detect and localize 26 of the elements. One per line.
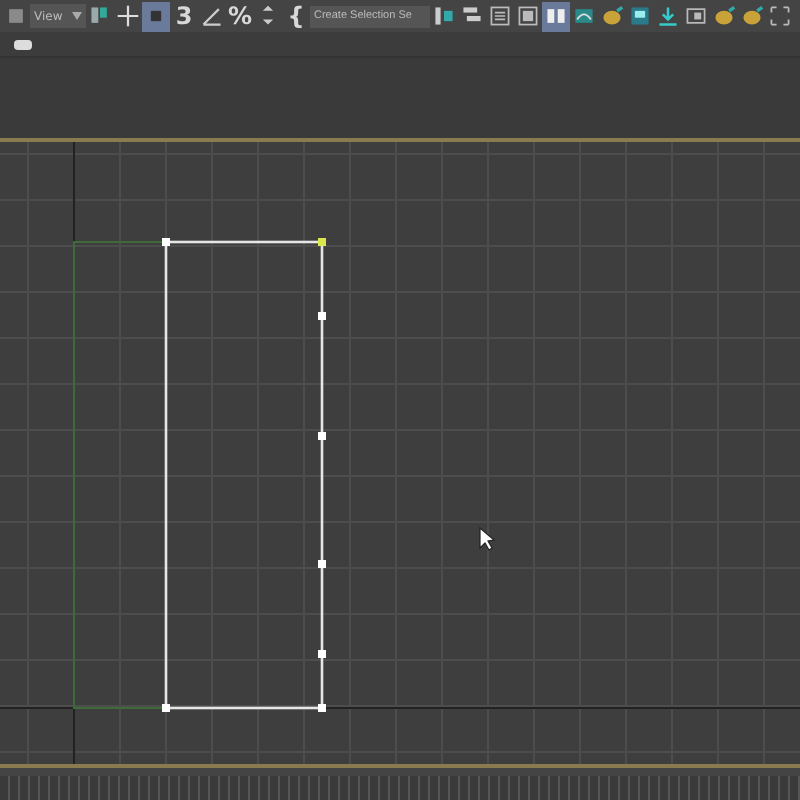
select-button[interactable] — [142, 1, 170, 31]
expand-button[interactable] — [766, 1, 794, 31]
panel-button[interactable] — [514, 1, 542, 31]
pivot-icon — [88, 4, 112, 28]
move-button[interactable] — [114, 1, 142, 31]
curve-editor-icon — [572, 4, 596, 28]
move-icon — [116, 4, 140, 28]
caret-icon — [72, 12, 82, 20]
snap-toggle-button[interactable]: % — [226, 1, 254, 31]
window-icon — [628, 4, 652, 28]
list-button[interactable] — [486, 1, 514, 31]
frame-icon — [684, 4, 708, 28]
angle-snap-icon — [200, 4, 224, 28]
window-button[interactable] — [626, 1, 654, 31]
columns-icon — [544, 4, 568, 28]
expand-icon — [768, 4, 792, 28]
mirror-button[interactable] — [430, 1, 458, 31]
rectangle-spline[interactable] — [162, 238, 326, 712]
mirror-icon — [432, 4, 456, 28]
list-icon — [488, 4, 512, 28]
timeline-track[interactable] — [0, 768, 800, 800]
panel-icon — [516, 4, 540, 28]
snap-toggle-button[interactable]: { — [282, 1, 310, 31]
cursor-icon — [479, 526, 496, 551]
columns-button[interactable] — [542, 1, 570, 31]
snap-toggle-button[interactable]: 3 — [170, 1, 198, 31]
